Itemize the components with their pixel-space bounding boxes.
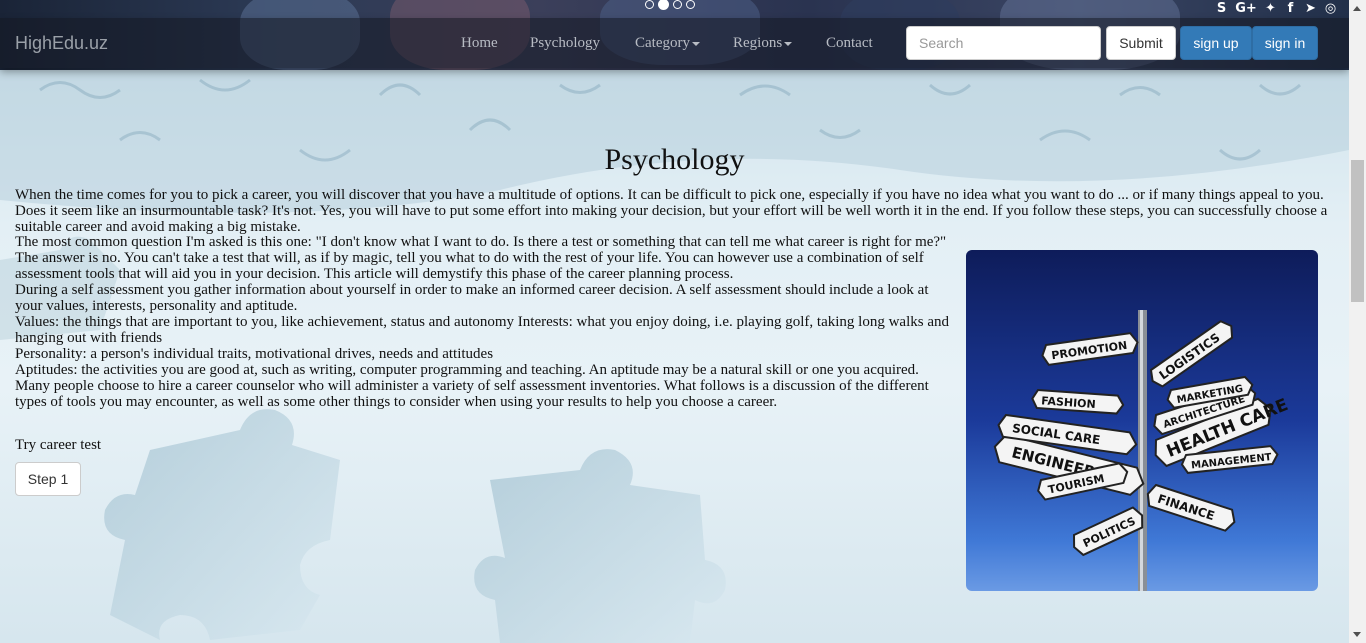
nav-contact[interactable]: Contact (826, 35, 873, 52)
carousel-dot[interactable] (645, 0, 654, 9)
carousel-dot[interactable] (673, 0, 682, 9)
nav-psychology[interactable]: Psychology (530, 35, 600, 52)
sign-in-button[interactable]: sign in (1252, 26, 1318, 60)
instagram-icon[interactable]: ◎ (1322, 0, 1339, 17)
article-paragraph: Personality: a person's individual trait… (15, 346, 494, 362)
caret-down-icon (691, 41, 700, 46)
carousel-dot-active[interactable] (658, 0, 669, 10)
brand-logo[interactable]: HighEdu.uz (15, 33, 108, 54)
nav-home[interactable]: Home (461, 35, 498, 52)
page-title: Psychology (604, 143, 745, 176)
intro-paragraph: When the time comes for you to pick a ca… (15, 187, 1328, 235)
facebook-icon[interactable]: f (1282, 0, 1299, 17)
carousel-indicators (645, 0, 695, 10)
search-input[interactable] (906, 26, 1101, 60)
twitter-icon[interactable]: ✦ (1262, 0, 1279, 17)
nav-category-label: Category (635, 35, 690, 51)
article-paragraph: Aptitudes: the activities you are good a… (15, 362, 919, 378)
scrollbar-thumb[interactable] (1351, 160, 1364, 302)
skype-icon[interactable]: S (1213, 0, 1230, 17)
article-paragraph: The most common question I'm asked is th… (15, 234, 947, 282)
step-1-button[interactable]: Step 1 (15, 462, 81, 496)
google-plus-icon[interactable]: G+ (1233, 0, 1259, 17)
scroll-down-arrow-icon[interactable] (1353, 632, 1361, 637)
article-paragraph: Many people choose to hire a career coun… (15, 378, 929, 410)
social-links: S G+ ✦ f ➤ ◎ (1213, 0, 1339, 17)
sign-label: LOGISTICS (1157, 330, 1223, 382)
carousel-dot[interactable] (686, 0, 695, 9)
telegram-icon[interactable]: ➤ (1302, 0, 1319, 17)
page-scrollbar[interactable] (1349, 0, 1366, 643)
try-career-test-label: Try career test (15, 437, 102, 453)
career-signpost-image: ENGINEERING SOCIAL CARE HEALTH CARE FINA… (966, 250, 1318, 591)
nav-category-dropdown[interactable]: Category (635, 35, 700, 52)
article-paragraph: During a self assessment you gather info… (15, 282, 929, 314)
signpost-illustration: ENGINEERING SOCIAL CARE HEALTH CARE FINA… (993, 310, 1291, 591)
scroll-up-arrow-icon[interactable] (1353, 6, 1361, 11)
nav-regions-dropdown[interactable]: Regions (733, 35, 793, 52)
nav-regions-label: Regions (733, 35, 783, 51)
article-paragraph: Values: the things that are important to… (15, 314, 949, 346)
sign-up-button[interactable]: sign up (1180, 26, 1252, 60)
article-body: The most common question I'm asked is th… (15, 234, 950, 410)
submit-button[interactable]: Submit (1106, 26, 1176, 60)
caret-down-icon (784, 41, 793, 46)
